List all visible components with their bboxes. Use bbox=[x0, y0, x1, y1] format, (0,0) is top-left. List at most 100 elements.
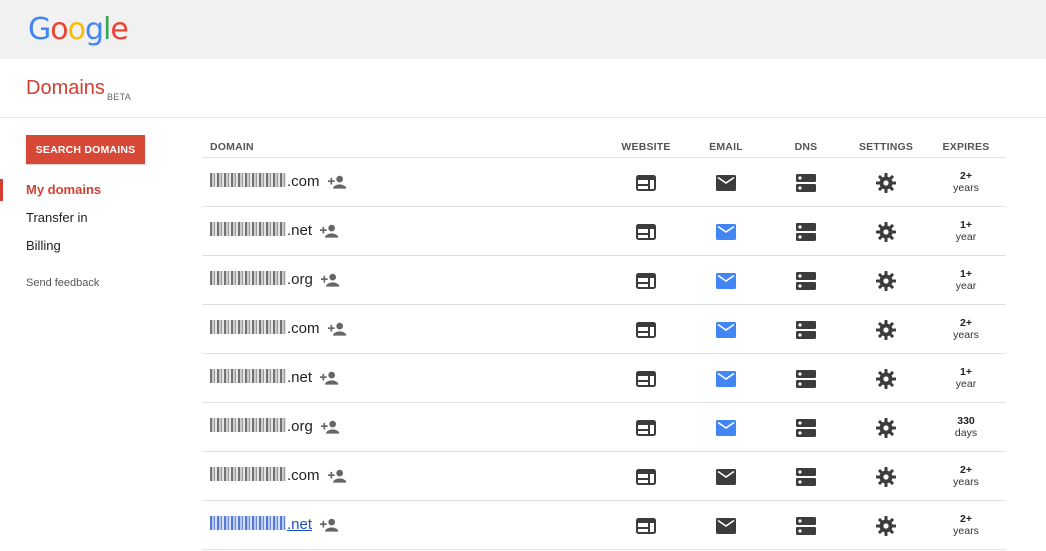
expires-unit: years bbox=[953, 329, 979, 341]
expires-cell: 1+ year bbox=[926, 354, 1006, 403]
redacted-domain-text bbox=[210, 173, 286, 187]
expires-value: 2+ bbox=[960, 513, 972, 525]
table-row: .com 2+ years bbox=[202, 158, 1006, 207]
dns-icon[interactable] bbox=[766, 207, 846, 256]
top-bar: Google bbox=[0, 0, 1046, 59]
sidebar-item-transfer-in[interactable]: Transfer in bbox=[0, 204, 180, 232]
table-row: .net 1+ year bbox=[202, 207, 1006, 256]
dns-icon[interactable] bbox=[766, 158, 846, 207]
column-header-dns: DNS bbox=[794, 141, 818, 153]
domain-name[interactable]: .org bbox=[210, 418, 341, 438]
person-add-icon[interactable] bbox=[320, 273, 341, 291]
redacted-domain-text bbox=[210, 222, 286, 236]
domain-name[interactable]: .net bbox=[210, 222, 340, 242]
website-icon[interactable] bbox=[606, 207, 686, 256]
expires-cell: 2+ years bbox=[926, 501, 1006, 550]
expires-unit: year bbox=[955, 378, 977, 390]
gear-icon[interactable] bbox=[846, 256, 926, 305]
dns-icon[interactable] bbox=[766, 354, 846, 403]
expires-value: 2+ bbox=[960, 464, 972, 476]
person-add-icon[interactable] bbox=[320, 420, 341, 438]
gear-icon[interactable] bbox=[846, 452, 926, 501]
send-feedback-link[interactable]: Send feedback bbox=[26, 277, 99, 289]
table-row: .com 2+ years bbox=[202, 305, 1006, 354]
expires-value: 1+ bbox=[960, 268, 972, 280]
redacted-domain-text bbox=[210, 516, 286, 530]
person-add-icon[interactable] bbox=[320, 518, 340, 536]
domain-name[interactable]: .net bbox=[210, 369, 340, 389]
domain-name[interactable]: .com bbox=[210, 320, 348, 340]
dns-icon[interactable] bbox=[766, 501, 846, 550]
sidebar-item-my-domains[interactable]: My domains bbox=[0, 176, 180, 204]
redacted-domain-text bbox=[210, 320, 286, 334]
expires-cell: 2+ years bbox=[926, 158, 1006, 207]
expires-unit: days bbox=[954, 427, 978, 439]
domain-tld: .com bbox=[287, 320, 320, 337]
domain-tld: .net bbox=[287, 222, 313, 239]
person-add-icon[interactable] bbox=[320, 224, 340, 242]
mail-icon[interactable] bbox=[686, 158, 766, 207]
website-icon[interactable] bbox=[606, 354, 686, 403]
redacted-domain-text bbox=[210, 369, 286, 383]
dns-icon[interactable] bbox=[766, 403, 846, 452]
dns-icon[interactable] bbox=[766, 256, 846, 305]
person-add-icon[interactable] bbox=[327, 322, 348, 340]
gear-icon[interactable] bbox=[846, 354, 926, 403]
domain-tld: .com bbox=[287, 467, 320, 484]
domain-name[interactable]: .org bbox=[210, 271, 341, 291]
expires-cell: 330 days bbox=[926, 403, 1006, 452]
person-add-icon[interactable] bbox=[327, 175, 348, 193]
table-row: .net 1+ year bbox=[202, 354, 1006, 403]
table-row: .com 2+ years bbox=[202, 452, 1006, 501]
website-icon[interactable] bbox=[606, 403, 686, 452]
redacted-domain-text bbox=[210, 467, 286, 481]
mail-icon[interactable] bbox=[686, 207, 766, 256]
website-icon[interactable] bbox=[606, 452, 686, 501]
website-icon[interactable] bbox=[606, 256, 686, 305]
logo-letter: o bbox=[50, 12, 68, 47]
gear-icon[interactable] bbox=[846, 501, 926, 550]
redacted-domain-text bbox=[210, 271, 286, 285]
search-domains-button[interactable]: SEARCH DOMAINS bbox=[26, 135, 145, 164]
domain-tld: .net bbox=[287, 516, 313, 533]
mail-icon[interactable] bbox=[686, 403, 766, 452]
person-add-icon[interactable] bbox=[327, 469, 348, 487]
expires-cell: 1+ year bbox=[926, 256, 1006, 305]
column-header-website: WEBSITE bbox=[621, 141, 671, 153]
logo-letter: e bbox=[110, 12, 128, 47]
gear-icon[interactable] bbox=[846, 158, 926, 207]
gear-icon[interactable] bbox=[846, 403, 926, 452]
domain-tld: .net bbox=[287, 369, 313, 386]
logo-letter: o bbox=[67, 12, 86, 47]
mail-icon[interactable] bbox=[686, 452, 766, 501]
expires-value: 330 bbox=[957, 415, 975, 427]
sidebar-item-billing[interactable]: Billing bbox=[0, 232, 180, 260]
sidebar-nav: My domains Transfer in Billing bbox=[0, 176, 180, 260]
website-icon[interactable] bbox=[606, 158, 686, 207]
column-header-domain: DOMAIN bbox=[210, 141, 254, 153]
dns-icon[interactable] bbox=[766, 305, 846, 354]
column-header-settings: SETTINGS bbox=[858, 141, 914, 153]
expires-cell: 1+ year bbox=[926, 207, 1006, 256]
domain-name[interactable]: .com bbox=[210, 173, 348, 193]
website-icon[interactable] bbox=[606, 501, 686, 550]
person-add-icon[interactable] bbox=[320, 371, 340, 389]
mail-icon[interactable] bbox=[686, 305, 766, 354]
column-header-expires: EXPIRES bbox=[942, 141, 990, 153]
google-logo[interactable]: Google bbox=[28, 12, 129, 47]
website-icon[interactable] bbox=[606, 305, 686, 354]
sub-header: Domains BETA bbox=[0, 59, 1046, 118]
dns-icon[interactable] bbox=[766, 452, 846, 501]
mail-icon[interactable] bbox=[686, 501, 766, 550]
domain-name[interactable]: .net bbox=[210, 516, 340, 536]
gear-icon[interactable] bbox=[846, 305, 926, 354]
page-title: Domains bbox=[26, 77, 105, 99]
mail-icon[interactable] bbox=[686, 256, 766, 305]
gear-icon[interactable] bbox=[846, 207, 926, 256]
table-row: .org 330 days bbox=[202, 403, 1006, 452]
expires-value: 2+ bbox=[960, 170, 972, 182]
expires-unit: years bbox=[953, 525, 979, 537]
mail-icon[interactable] bbox=[686, 354, 766, 403]
expires-value: 1+ bbox=[960, 366, 972, 378]
domain-name[interactable]: .com bbox=[210, 467, 348, 487]
